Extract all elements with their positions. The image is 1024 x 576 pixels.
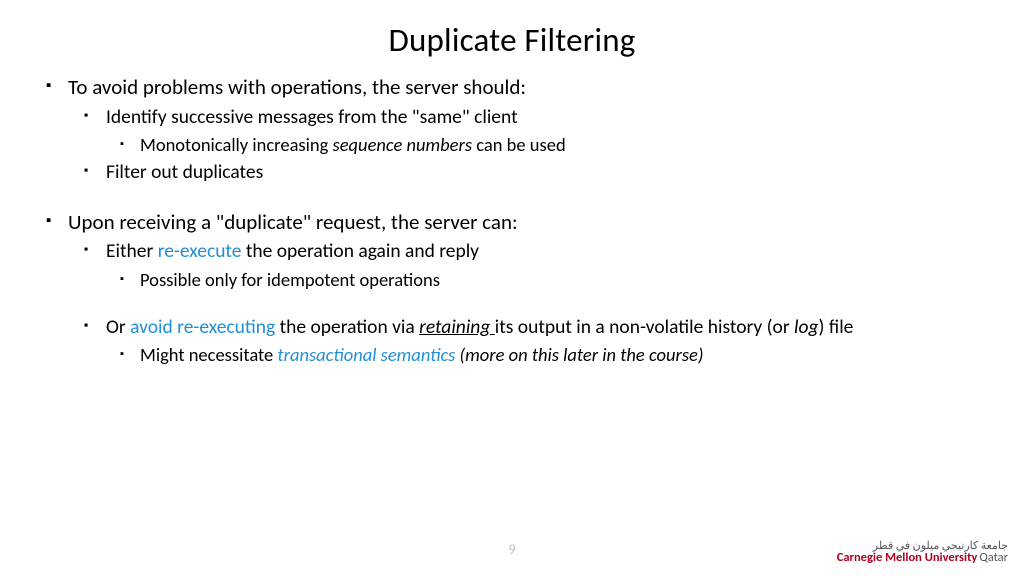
text: Might necessitate [140,343,277,366]
cmu-qatar-logo: جامعة كارنيجي ميلون في قطر Carnegie Mell… [837,540,1008,565]
logo-qatar-text: Qatar [979,550,1008,565]
bullet-lvl3: Might necessitate transactional semantic… [120,343,978,367]
bullet-list: Upon receiving a "duplicate" request, th… [46,209,978,292]
text: Either [106,239,158,263]
bullet-lvl1: Upon receiving a "duplicate" request, th… [46,209,978,236]
spacer [46,295,978,315]
bullet-lvl2: Filter out duplicates [84,160,978,185]
bullet-list: Or avoid re-executing the operation via … [46,315,978,367]
logo-english-text: Carnegie Mellon UniversityQatar [837,552,1008,565]
spacer [46,189,978,209]
text: the operation via [275,315,419,339]
highlight-italic-text: transactional semantics [277,343,455,366]
italic-text: log [794,315,819,339]
bullet-lvl3: Monotonically increasing sequence number… [120,133,978,157]
italic-text: (more on this later in the course) [455,343,703,366]
bullet-list: To avoid problems with operations, the s… [46,74,978,186]
italic-text: sequence numbers [333,133,473,156]
slide-title: Duplicate Filtering [46,20,978,60]
bullet-lvl1: To avoid problems with operations, the s… [46,74,978,101]
text: can be used [472,133,566,156]
slide: Duplicate Filtering To avoid problems wi… [0,0,1024,576]
bullet-lvl2: Either re-execute the operation again an… [84,239,978,264]
bullet-lvl2: Or avoid re-executing the operation via … [84,315,978,340]
underline-italic-text: retaining [419,315,495,339]
highlight-text: avoid re-executing [130,315,275,339]
text: Or [106,315,130,339]
text: Monotonically increasing [140,133,333,156]
logo-cmu-text: Carnegie Mellon University [837,550,978,565]
text: ) file [819,315,854,339]
highlight-text: re-execute [158,239,242,263]
text: the operation again and reply [241,239,479,263]
bullet-lvl2: Identify successive messages from the "s… [84,105,978,130]
bullet-lvl3: Possible only for idempotent operations [120,268,978,292]
text: its output in a non-volatile history (or [495,315,794,339]
